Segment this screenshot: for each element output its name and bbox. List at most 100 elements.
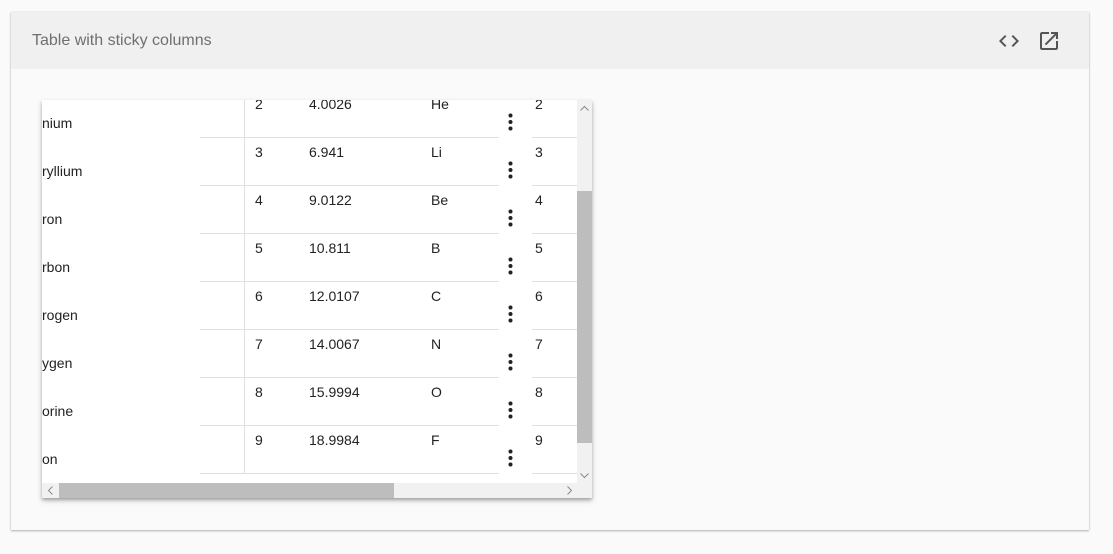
table-row[interactable]: ryllium 3 6.941 Li 3: [42, 138, 577, 186]
name-cell: rogen: [42, 282, 244, 330]
table-row[interactable]: on 9 18.9984 F 9: [42, 426, 577, 474]
position-text: 9: [255, 432, 263, 448]
name-cell: on: [42, 426, 244, 474]
position-end-text: 6: [535, 288, 543, 304]
row-menu-button[interactable]: [499, 186, 532, 234]
table-row[interactable]: ron 4 9.0122 Be 4: [42, 186, 577, 234]
position-end-cell: 5: [532, 234, 577, 282]
position-end-cell: 9: [532, 426, 577, 474]
symbol-text: Li: [431, 144, 442, 160]
scroll-left-icon[interactable]: [42, 483, 57, 498]
table-row[interactable]: ygen 7 14.0067 N 7: [42, 330, 577, 378]
scroll-right-icon[interactable]: [562, 483, 577, 498]
open-in-new-button[interactable]: [1029, 21, 1069, 61]
scroll-down-icon[interactable]: [577, 468, 592, 483]
symbol-text: O: [431, 384, 442, 400]
row-menu-button[interactable]: [499, 426, 532, 474]
symbol-text: B: [431, 240, 441, 256]
name-cell: orine: [42, 378, 244, 426]
weight-cell: 15.9994: [300, 378, 421, 426]
weight-cell: 12.0107: [300, 282, 421, 330]
symbol-cell: He: [421, 100, 499, 138]
position-text: 2: [255, 100, 263, 112]
more-vert-icon: [508, 161, 513, 179]
symbol-text: Be: [431, 192, 449, 208]
horizontal-scrollbar[interactable]: [42, 483, 577, 498]
symbol-cell: C: [421, 282, 499, 330]
position-end-text: 9: [535, 432, 543, 448]
position-text: 4: [255, 192, 263, 208]
position-cell: 6: [244, 282, 300, 330]
weight-cell: 18.9984: [300, 426, 421, 474]
name-cell: rbon: [42, 234, 244, 282]
name-text: ygen: [42, 355, 73, 371]
table-viewport[interactable]: nium 2 4.0026 He 2 ryllium 3 6.941 Li 3 ron 4 9.0122…: [42, 100, 577, 483]
row-menu-button[interactable]: [499, 138, 532, 186]
more-vert-icon: [508, 209, 513, 227]
name-text: ron: [42, 211, 63, 227]
position-end-text: 3: [535, 144, 543, 160]
weight-text: 9.0122: [309, 192, 352, 208]
weight-text: 12.0107: [309, 288, 360, 304]
position-end-text: 2: [535, 100, 543, 112]
position-text: 5: [255, 240, 263, 256]
name-text: orine: [42, 403, 74, 419]
position-text: 6: [255, 288, 263, 304]
weight-text: 14.0067: [309, 336, 360, 352]
weight-cell: 14.0067: [300, 330, 421, 378]
example-card: Table with sticky columns nium 2 4.0026 He 2…: [11, 12, 1089, 530]
more-vert-icon: [508, 401, 513, 419]
name-text: rogen: [42, 307, 78, 323]
weight-text: 4.0026: [309, 100, 352, 112]
view-code-button[interactable]: [989, 21, 1029, 61]
table-row[interactable]: rogen 6 12.0107 C 6: [42, 282, 577, 330]
position-end-cell: 2: [532, 100, 577, 138]
more-vert-icon: [508, 305, 513, 323]
sticky-table-container[interactable]: nium 2 4.0026 He 2 ryllium 3 6.941 Li 3 ron 4 9.0122…: [42, 100, 592, 498]
name-text: on: [42, 451, 58, 467]
position-end-cell: 3: [532, 138, 577, 186]
table-row[interactable]: nium 2 4.0026 He 2: [42, 100, 577, 138]
row-menu-button[interactable]: [499, 234, 532, 282]
row-menu-button[interactable]: [499, 378, 532, 426]
position-end-text: 8: [535, 384, 543, 400]
name-cell: ron: [42, 186, 244, 234]
symbol-text: C: [431, 288, 442, 304]
weight-cell: 4.0026: [300, 100, 421, 138]
position-end-text: 4: [535, 192, 543, 208]
position-cell: 4: [244, 186, 300, 234]
row-menu-button[interactable]: [499, 330, 532, 378]
position-cell: 7: [244, 330, 300, 378]
row-menu-button[interactable]: [499, 282, 532, 330]
name-text: ryllium: [42, 163, 83, 179]
position-cell: 2: [244, 100, 300, 138]
vertical-scroll-thumb[interactable]: [577, 191, 592, 443]
code-icon: [999, 34, 1019, 47]
symbol-cell: F: [421, 426, 499, 474]
symbol-cell: B: [421, 234, 499, 282]
position-end-cell: 8: [532, 378, 577, 426]
scroll-up-icon[interactable]: [577, 100, 592, 115]
more-vert-icon: [508, 257, 513, 275]
more-vert-icon: [508, 353, 513, 371]
name-cell: ygen: [42, 330, 244, 378]
horizontal-scroll-thumb[interactable]: [59, 483, 394, 498]
vertical-scrollbar[interactable]: [577, 100, 592, 483]
position-cell: 8: [244, 378, 300, 426]
symbol-text: F: [431, 432, 440, 448]
symbol-cell: N: [421, 330, 499, 378]
weight-text: 18.9984: [309, 432, 360, 448]
symbol-cell: O: [421, 378, 499, 426]
scrollbar-corner: [577, 483, 592, 498]
row-menu-button[interactable]: [499, 100, 532, 138]
weight-text: 15.9994: [309, 384, 360, 400]
more-vert-icon: [508, 449, 513, 467]
table-row[interactable]: rbon 5 10.811 B 5: [42, 234, 577, 282]
position-end-cell: 4: [532, 186, 577, 234]
position-text: 8: [255, 384, 263, 400]
weight-text: 10.811: [309, 240, 351, 256]
card-title: Table with sticky columns: [32, 31, 212, 49]
table-row[interactable]: orine 8 15.9994 O 8: [42, 378, 577, 426]
position-text: 7: [255, 336, 263, 352]
name-text: nium: [42, 115, 73, 131]
